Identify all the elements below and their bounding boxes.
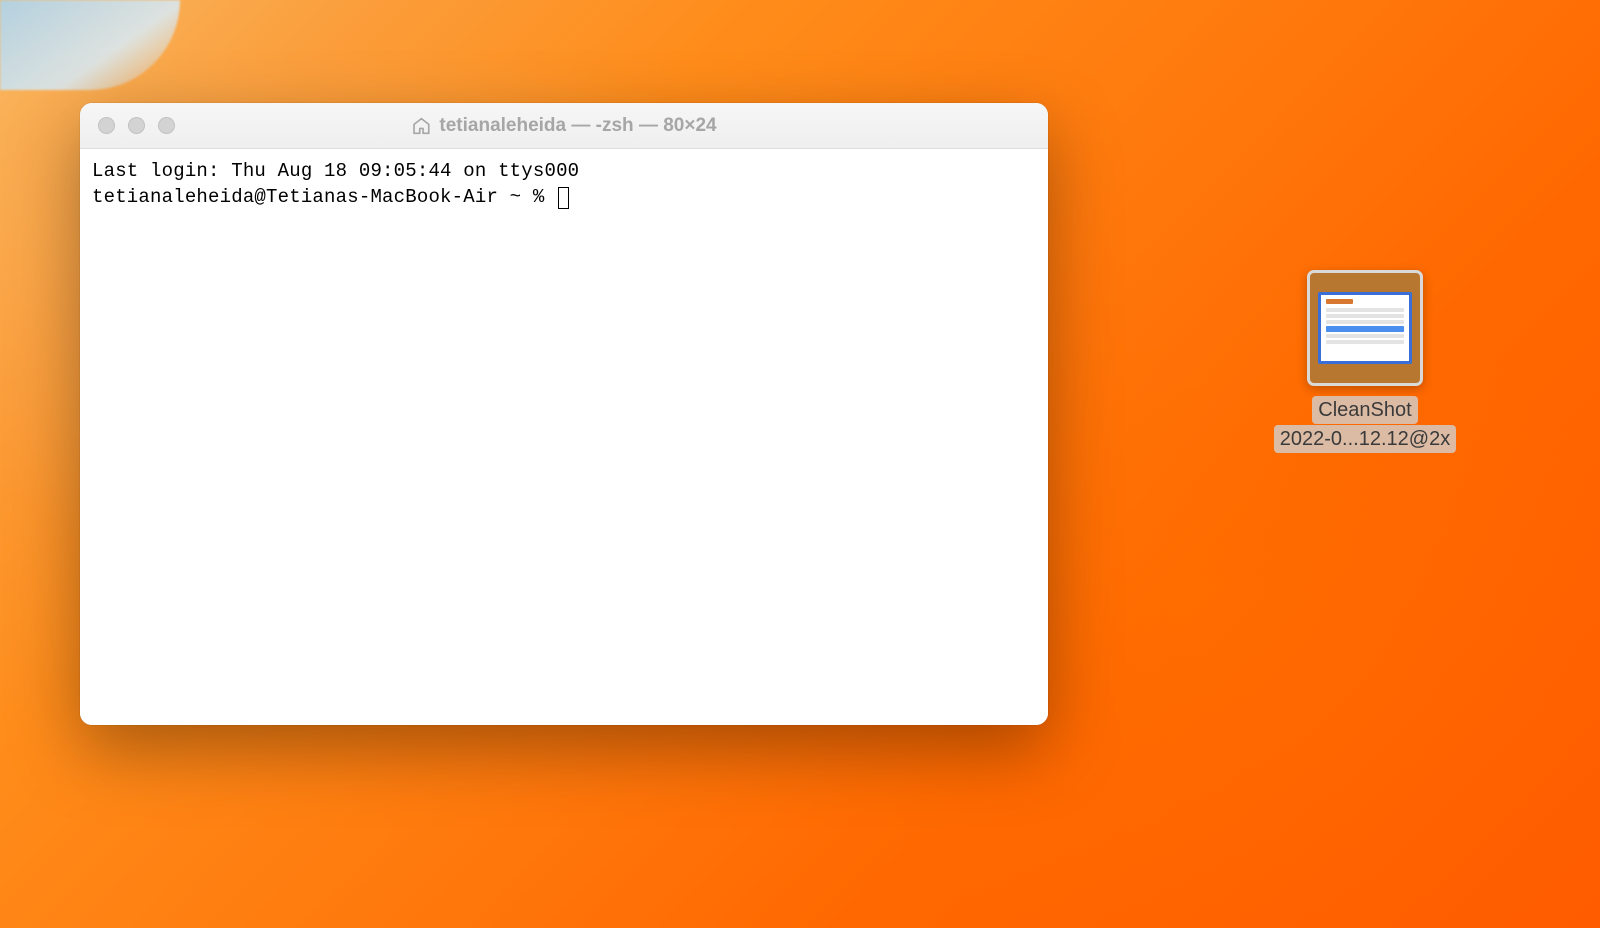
file-label: CleanShot 2022-0...12.12@2x xyxy=(1274,396,1456,454)
window-title-text: tetianaleheida — -zsh — 80×24 xyxy=(439,115,716,137)
minimize-button[interactable] xyxy=(128,117,145,134)
window-titlebar[interactable]: tetianaleheida — -zsh — 80×24 xyxy=(80,103,1048,149)
terminal-cursor xyxy=(558,187,569,209)
window-title: tetianaleheida — -zsh — 80×24 xyxy=(411,115,716,137)
close-button[interactable] xyxy=(98,117,115,134)
thumbnail-preview xyxy=(1318,292,1412,364)
file-name-line1: CleanShot xyxy=(1312,396,1417,424)
file-name-line2: 2022-0...12.12@2x xyxy=(1274,425,1456,453)
terminal-prompt: tetianaleheida@Tetianas-MacBook-Air ~ % xyxy=(92,186,556,208)
file-thumbnail xyxy=(1307,270,1423,386)
terminal-last-login: Last login: Thu Aug 18 09:05:44 on ttys0… xyxy=(92,159,1036,185)
desktop-file-cleanshot[interactable]: CleanShot 2022-0...12.12@2x xyxy=(1266,270,1464,454)
terminal-window: tetianaleheida — -zsh — 80×24 Last login… xyxy=(80,103,1048,725)
home-folder-icon xyxy=(411,117,431,135)
terminal-content[interactable]: Last login: Thu Aug 18 09:05:44 on ttys0… xyxy=(80,149,1048,725)
terminal-prompt-line: tetianaleheida@Tetianas-MacBook-Air ~ % xyxy=(92,185,1036,211)
traffic-lights xyxy=(98,117,175,134)
desktop-background: tetianaleheida — -zsh — 80×24 Last login… xyxy=(0,0,1600,928)
zoom-button[interactable] xyxy=(158,117,175,134)
